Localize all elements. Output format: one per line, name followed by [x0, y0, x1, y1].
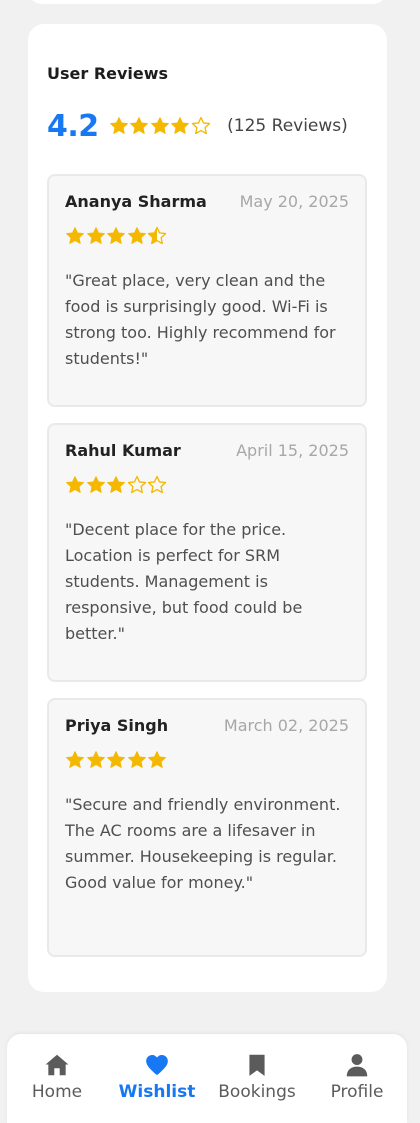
star-filled-icon [107, 227, 125, 244]
review-text: "Great place, very clean and the food is… [65, 271, 336, 368]
review-date: March 02, 2025 [223, 716, 349, 735]
review-stars [65, 750, 168, 770]
star-filled-icon [86, 751, 105, 768]
star-filled-icon [86, 476, 105, 493]
average-rating-stars [109, 116, 212, 136]
nav-label-bookings: Bookings [218, 1082, 296, 1102]
reviews-card: User Reviews 4.2 (125 Reviews) Ananya Sh… [28, 24, 387, 992]
bottom-nav: Home Wishlist Bookings Profile [7, 1034, 407, 1123]
star-empty-icon [127, 475, 146, 494]
reviewer-name: Priya Singh [65, 716, 169, 735]
star-half-icon [147, 226, 167, 245]
previous-card-edge [28, 0, 387, 4]
reviewer-name: Ananya Sharma [65, 192, 207, 211]
star-empty-icon [147, 475, 167, 494]
heart-icon [146, 1055, 168, 1075]
nav-item-profile[interactable]: Profile [307, 1052, 407, 1102]
user-icon [346, 1054, 368, 1077]
star-filled-icon [127, 227, 146, 244]
review-text: "Decent place for the price. Location is… [65, 520, 303, 643]
star-empty-icon [191, 116, 210, 135]
nav-item-home[interactable]: Home [7, 1052, 107, 1102]
review-stars [65, 475, 168, 495]
nav-item-wishlist[interactable]: Wishlist [107, 1052, 207, 1102]
star-filled-icon [107, 751, 125, 768]
section-title: User Reviews [47, 64, 169, 83]
bookmark-icon [249, 1054, 265, 1076]
star-filled-icon [130, 117, 149, 134]
nav-label-home: Home [31, 1082, 83, 1102]
star-filled-icon [107, 476, 125, 493]
star-filled-icon [66, 751, 84, 768]
home-icon [45, 1054, 69, 1076]
star-filled-icon [86, 227, 105, 244]
star-filled-icon [127, 751, 146, 768]
review-card: Priya Singh March 02, 2025 "Secure and f… [47, 698, 367, 957]
nav-label-profile: Profile [330, 1082, 384, 1102]
average-rating-row: 4.2 (125 Reviews) [47, 108, 348, 144]
star-filled-icon [171, 117, 190, 134]
review-date: May 20, 2025 [239, 192, 349, 211]
review-text: "Secure and friendly environment. The AC… [65, 795, 341, 892]
review-card: Ananya Sharma May 20, 2025 "Great place,… [47, 174, 367, 407]
star-filled-icon [148, 751, 166, 768]
star-filled-icon [66, 476, 84, 493]
reviewer-name: Rahul Kumar [65, 441, 181, 460]
nav-item-bookings[interactable]: Bookings [207, 1052, 307, 1102]
average-rating-value: 4.2 [47, 108, 99, 144]
star-filled-icon [109, 117, 128, 134]
star-filled-icon [150, 117, 169, 134]
nav-label-wishlist: Wishlist [118, 1082, 196, 1102]
review-stars [65, 226, 168, 246]
star-filled-icon [66, 227, 84, 244]
review-card: Rahul Kumar April 15, 2025 "Decent place… [47, 423, 367, 682]
review-date: April 15, 2025 [236, 441, 349, 460]
review-count: (125 Reviews) [227, 116, 348, 136]
